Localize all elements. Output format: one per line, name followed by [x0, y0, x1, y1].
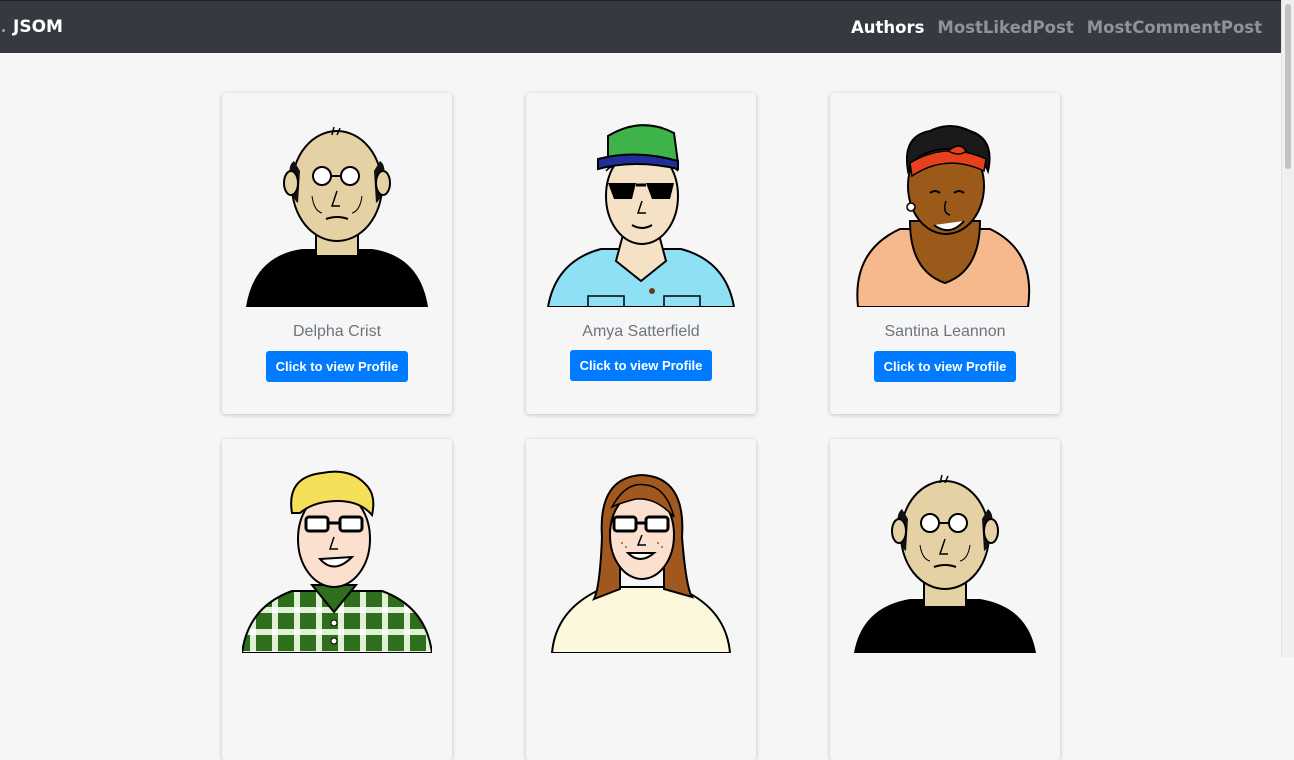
author-avatar [854, 474, 1036, 653]
scrollbar[interactable] [1281, 0, 1294, 657]
author-avatar [546, 124, 736, 307]
view-profile-button[interactable]: Click to view Profile [570, 350, 712, 381]
scrollbar-thumb[interactable] [1285, 4, 1291, 169]
nav-link-most-liked-post[interactable]: MostLikedPost [937, 18, 1073, 37]
nav-links: Authors MostLikedPost MostCommentPost [838, 1, 1262, 53]
view-profile-button[interactable]: Click to view Profile [266, 351, 408, 382]
view-profile-button[interactable]: Click to view Profile [874, 351, 1016, 382]
author-card [830, 439, 1060, 760]
author-avatar [246, 126, 428, 307]
author-name: Santina Leannon [884, 323, 1006, 340]
author-name: Amya Satterfield [582, 323, 700, 340]
author-card: Delpha Crist Click to view Profile [222, 93, 452, 414]
author-card: Amya Satterfield Click to view Profile [526, 93, 756, 414]
author-card: Santina Leannon Click to view Profile [830, 93, 1060, 414]
author-card [526, 439, 756, 760]
author-card [222, 439, 452, 760]
brand-dot [2, 29, 5, 32]
author-name: Delpha Crist [292, 323, 382, 340]
author-avatar [550, 473, 732, 653]
nav-link-authors[interactable]: Authors [851, 18, 924, 37]
author-avatar [242, 470, 432, 653]
nav-link-most-comment-post[interactable]: MostCommentPost [1087, 18, 1262, 37]
brand-logo[interactable]: JSOM [13, 1, 63, 53]
top-navbar: JSOM Authors MostLikedPost MostCommentPo… [0, 0, 1282, 53]
author-avatar [856, 125, 1031, 307]
